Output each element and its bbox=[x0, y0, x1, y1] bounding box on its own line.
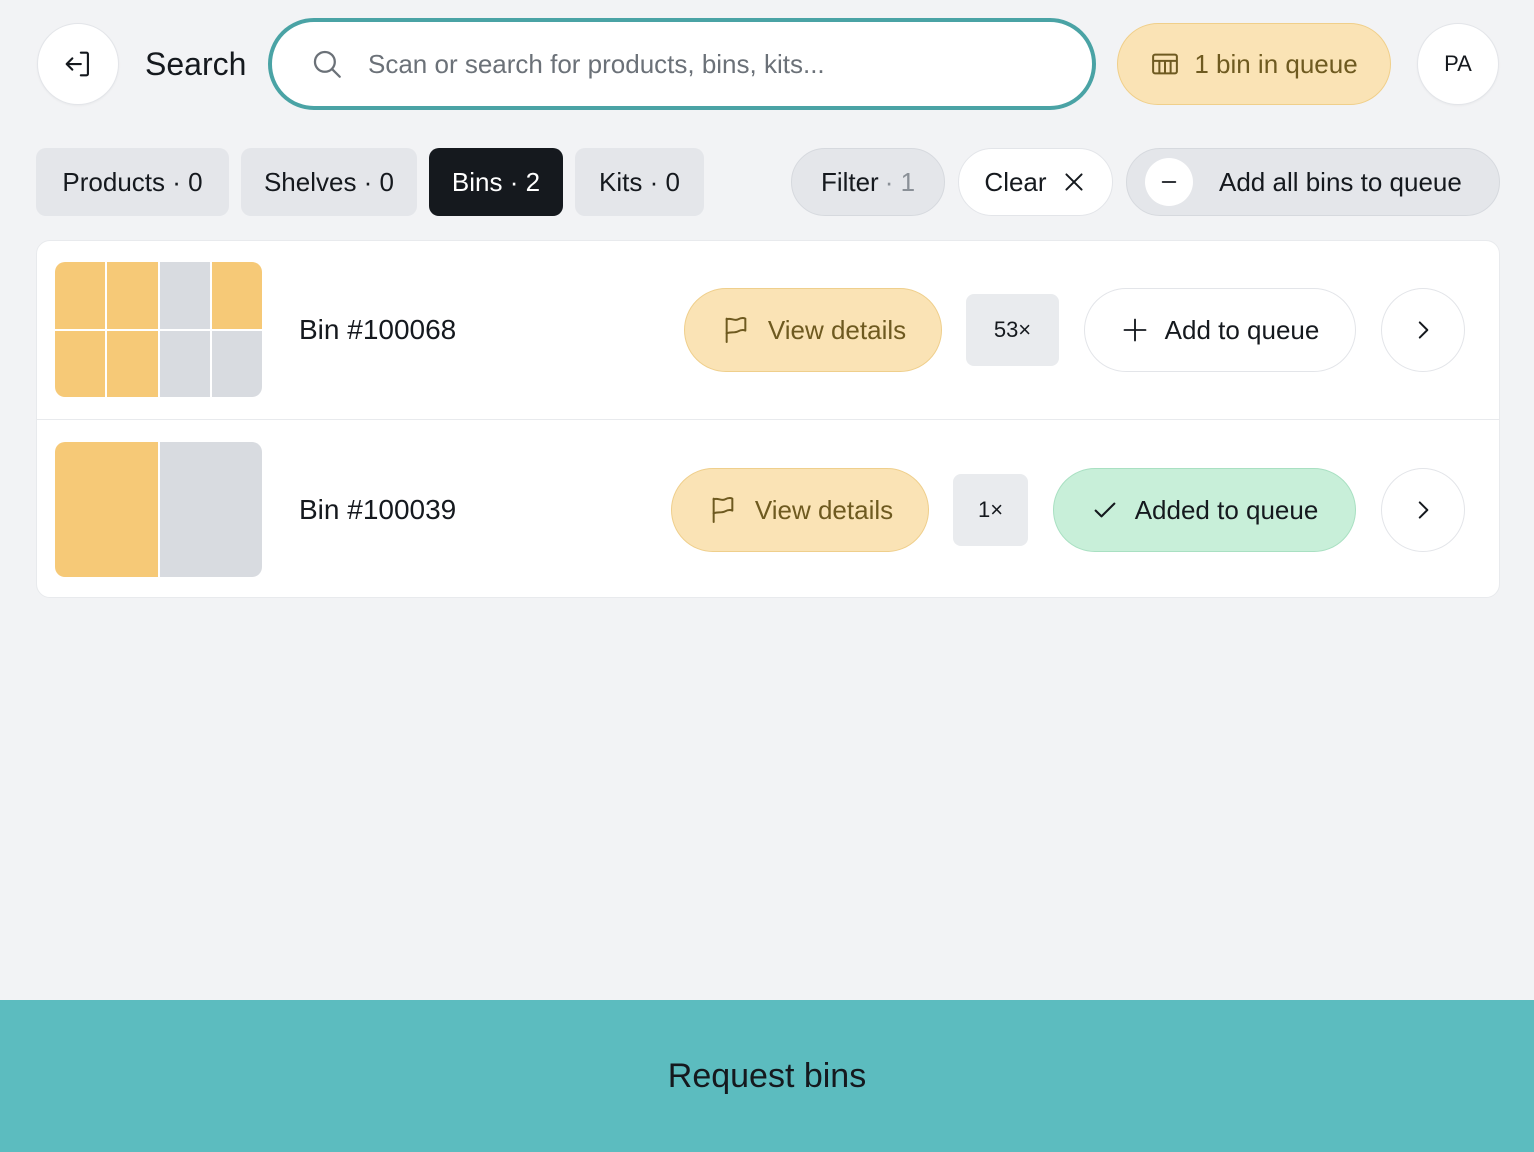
bin-compartment bbox=[55, 262, 106, 329]
bin-compartment bbox=[159, 442, 262, 577]
quantity-badge: 53× bbox=[966, 294, 1059, 366]
add-to-queue-button[interactable]: Add to queue bbox=[1084, 288, 1356, 372]
request-bins-button[interactable]: Request bins bbox=[0, 1000, 1534, 1152]
quantity-badge: 1× bbox=[953, 474, 1028, 546]
avatar-initials: PA bbox=[1444, 51, 1472, 76]
filter-count: · 1 bbox=[884, 166, 916, 197]
list-item[interactable]: Bin #100039 View details 1× Added to que… bbox=[37, 421, 1499, 597]
flag-icon bbox=[725, 317, 747, 343]
exit-button[interactable] bbox=[37, 23, 119, 105]
chevron-right-icon bbox=[1418, 321, 1429, 339]
add-all-label: Add all bins to queue bbox=[1219, 166, 1462, 197]
tab-shelves[interactable]: Shelves · 0 bbox=[241, 148, 417, 216]
bin-layout-thumbnail bbox=[55, 442, 262, 577]
bin-name: Bin #100039 bbox=[299, 494, 457, 525]
bin-compartment bbox=[107, 330, 158, 397]
bin-compartment bbox=[55, 442, 158, 577]
bin-name: Bin #100068 bbox=[299, 314, 457, 345]
minus-icon bbox=[1145, 158, 1193, 206]
open-bin-button[interactable] bbox=[1381, 468, 1465, 552]
page-title: Search bbox=[145, 46, 247, 82]
tab-label: Shelves · 0 bbox=[263, 166, 395, 197]
queue-status-label: 1 bin in queue bbox=[1194, 48, 1358, 79]
tab-label: Kits · 0 bbox=[599, 166, 680, 197]
view-details-button[interactable]: View details bbox=[671, 468, 929, 552]
bin-compartment bbox=[107, 262, 158, 329]
view-details-label: View details bbox=[754, 494, 894, 525]
request-bins-label: Request bins bbox=[667, 1056, 867, 1095]
search-input[interactable] bbox=[368, 48, 1068, 80]
open-bin-button[interactable] bbox=[1381, 288, 1465, 372]
search-box[interactable] bbox=[268, 18, 1096, 110]
queue-status-button[interactable]: 1 bin in queue bbox=[1117, 23, 1391, 105]
bin-grid-icon bbox=[1152, 53, 1179, 75]
header: Search 1 bin in queue PA bbox=[0, 0, 1534, 130]
view-details-label: View details bbox=[767, 314, 907, 345]
flag-icon bbox=[712, 497, 734, 523]
chevron-right-icon bbox=[1418, 501, 1429, 519]
bin-compartment bbox=[211, 262, 262, 329]
close-icon bbox=[1065, 173, 1083, 191]
avatar[interactable]: PA bbox=[1417, 23, 1499, 105]
tab-label: Bins · 2 bbox=[451, 166, 541, 197]
tab-products[interactable]: Products · 0 bbox=[36, 148, 229, 216]
filter-label: Filter bbox=[820, 166, 879, 197]
exit-icon bbox=[65, 51, 89, 77]
list-item[interactable]: Bin #100068 View details 53× Add to queu… bbox=[37, 241, 1499, 420]
bin-layout-thumbnail bbox=[55, 262, 262, 397]
queue-button-label: Added to queue bbox=[1134, 494, 1319, 525]
queue-button-label: Add to queue bbox=[1164, 314, 1320, 345]
bin-compartment bbox=[159, 262, 210, 329]
added-to-queue-button[interactable]: Added to queue bbox=[1053, 468, 1356, 552]
tab-kits[interactable]: Kits · 0 bbox=[575, 148, 704, 216]
bin-list: Bin #100068 View details 53× Add to queu… bbox=[36, 240, 1500, 598]
search-page: Search 1 bin in queue PA Products · 0 bbox=[0, 0, 1534, 1152]
bin-compartment bbox=[55, 330, 106, 397]
add-all-bins-button[interactable]: Add all bins to queue bbox=[1126, 148, 1500, 216]
bin-compartment bbox=[159, 330, 210, 397]
bin-compartment bbox=[211, 330, 262, 397]
check-icon bbox=[1094, 502, 1116, 518]
clear-label: Clear bbox=[984, 166, 1047, 197]
plus-icon bbox=[1123, 318, 1147, 342]
tab-label: Products · 0 bbox=[62, 166, 203, 197]
tab-bins[interactable]: Bins · 2 bbox=[429, 148, 563, 216]
filter-button[interactable]: Filter · 1 bbox=[791, 148, 945, 216]
clear-filters-button[interactable]: Clear bbox=[958, 148, 1113, 216]
search-icon bbox=[310, 47, 344, 81]
view-details-button[interactable]: View details bbox=[684, 288, 942, 372]
